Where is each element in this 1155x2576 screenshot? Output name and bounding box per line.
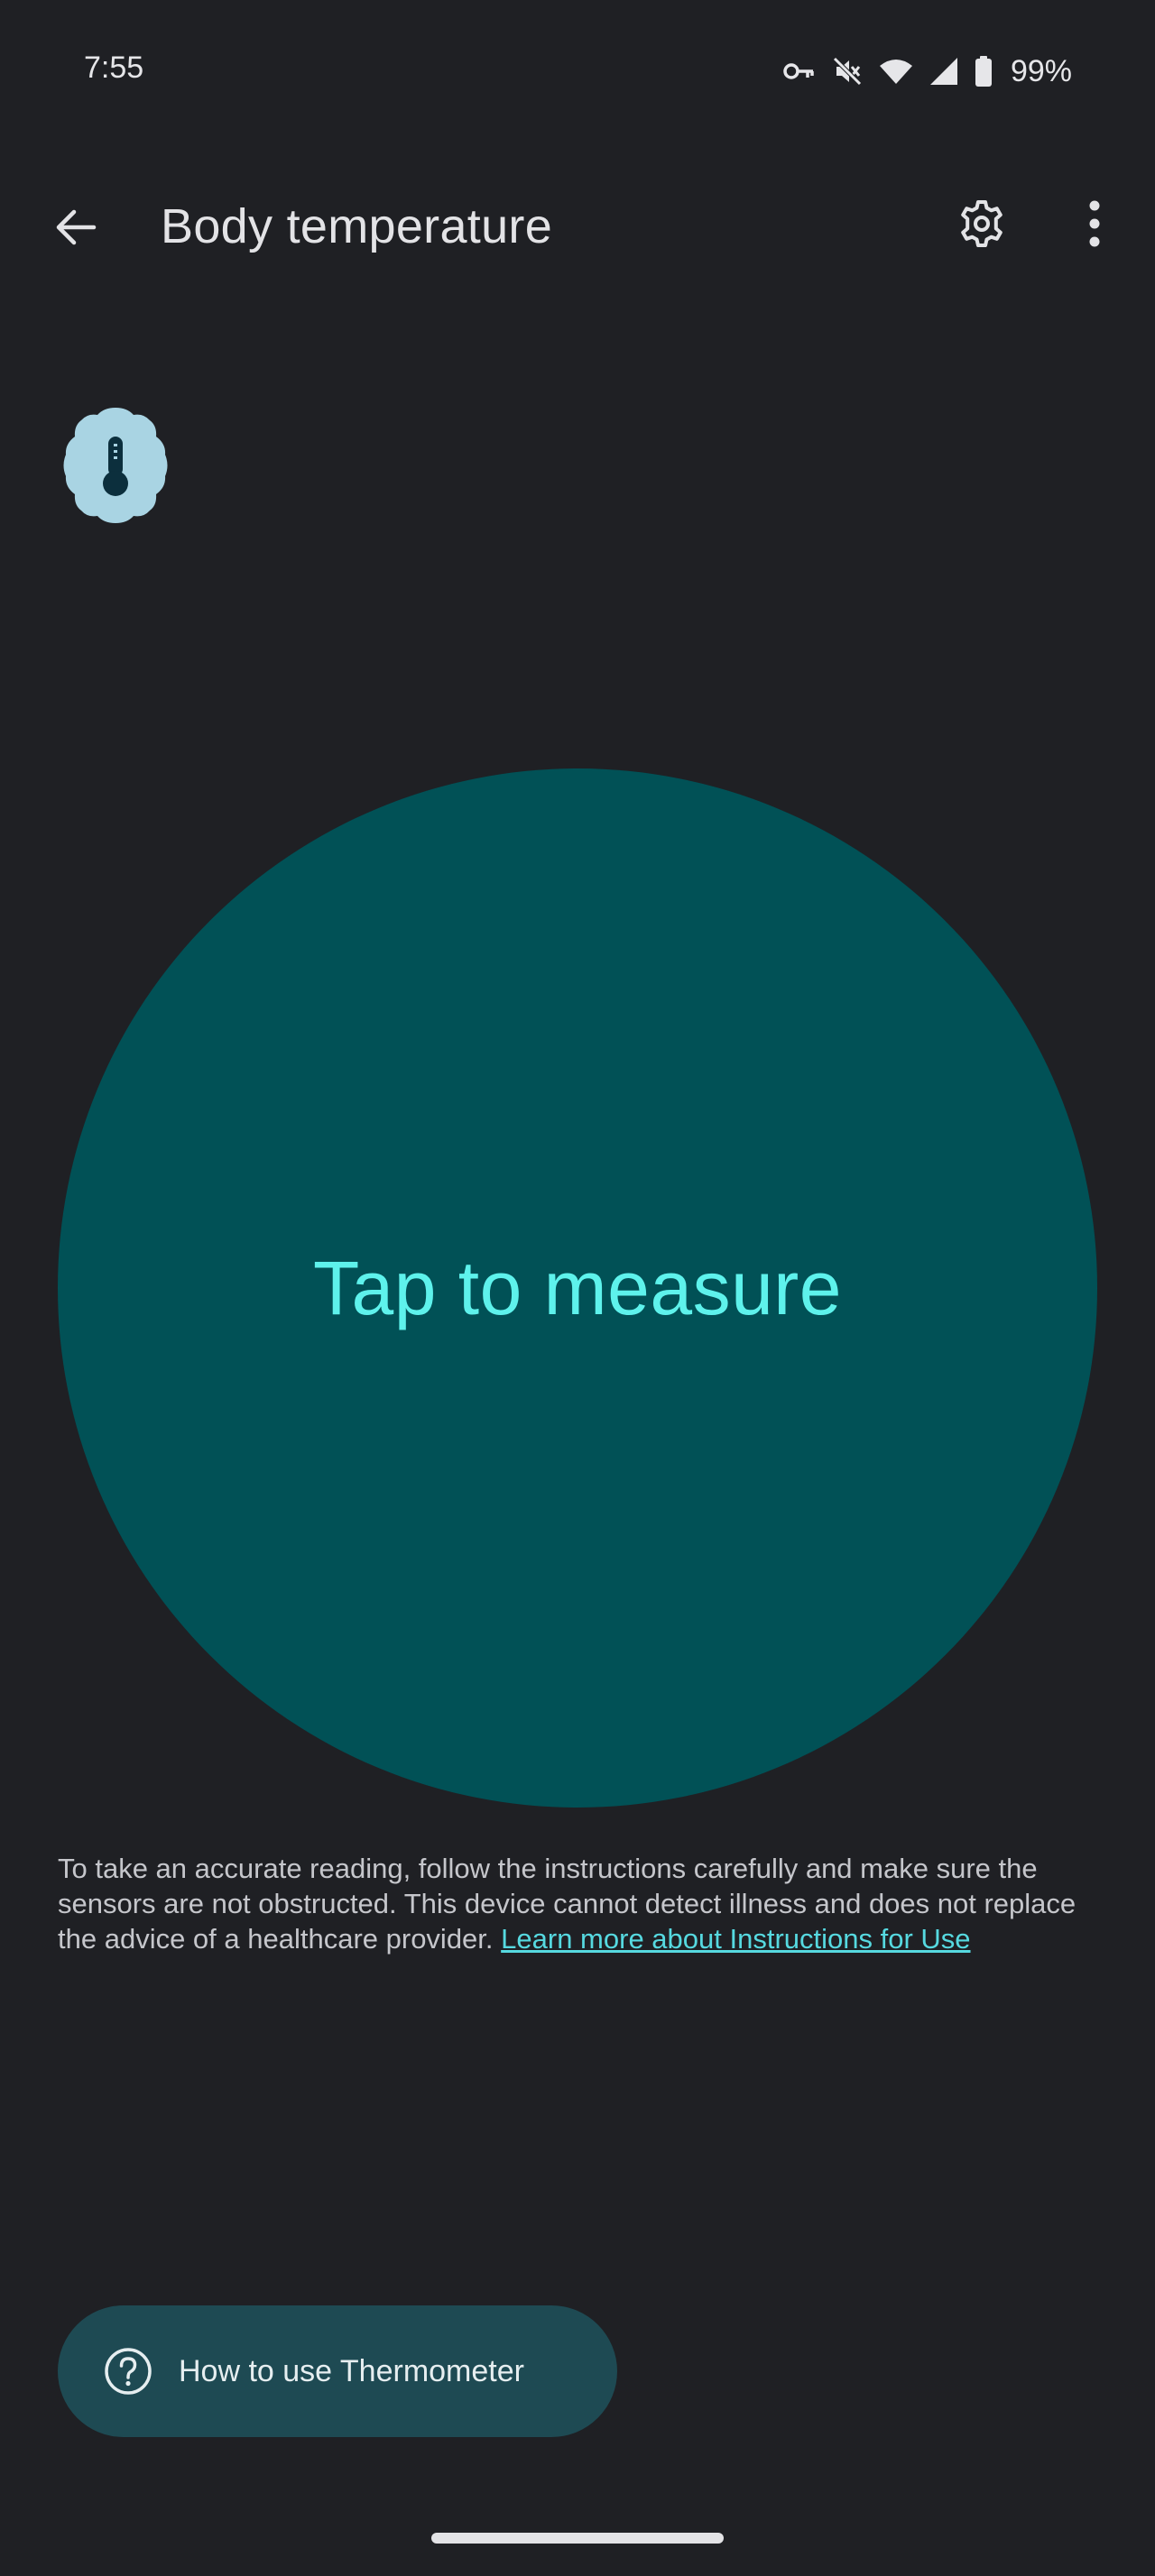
status-icons: 99% (783, 51, 1072, 92)
status-time: 7:55 (84, 51, 144, 85)
how-to-use-button[interactable]: How to use Thermometer (58, 2305, 617, 2437)
arrow-back-icon (52, 204, 99, 255)
help-circle-icon (103, 2346, 153, 2397)
signal-icon (929, 57, 958, 86)
back-button[interactable] (42, 195, 110, 263)
vpn-key-icon (783, 59, 816, 84)
page-title: Body temperature (161, 199, 553, 253)
thermometer-badge (54, 404, 177, 527)
gear-icon (956, 198, 1007, 253)
how-to-use-label: How to use Thermometer (179, 2353, 524, 2388)
measure-label: Tap to measure (313, 1245, 842, 1330)
more-vert-icon (1087, 200, 1102, 252)
home-indicator[interactable] (431, 2533, 724, 2544)
mute-icon (832, 56, 863, 87)
battery-percent: 99% (1010, 53, 1072, 88)
tap-to-measure-button[interactable]: Tap to measure (58, 768, 1097, 1808)
thermometer-icon (63, 408, 168, 523)
status-bar: 7:55 99% (0, 0, 1155, 144)
disclaimer: To take an accurate reading, follow the … (58, 1851, 1097, 1956)
app-bar: Body temperature (0, 171, 1155, 280)
battery-icon (975, 56, 993, 87)
more-options-button[interactable] (1060, 191, 1129, 260)
settings-button[interactable] (947, 191, 1016, 260)
wifi-icon (879, 58, 913, 85)
instructions-link[interactable]: Learn more about Instructions for Use (501, 1923, 970, 1955)
